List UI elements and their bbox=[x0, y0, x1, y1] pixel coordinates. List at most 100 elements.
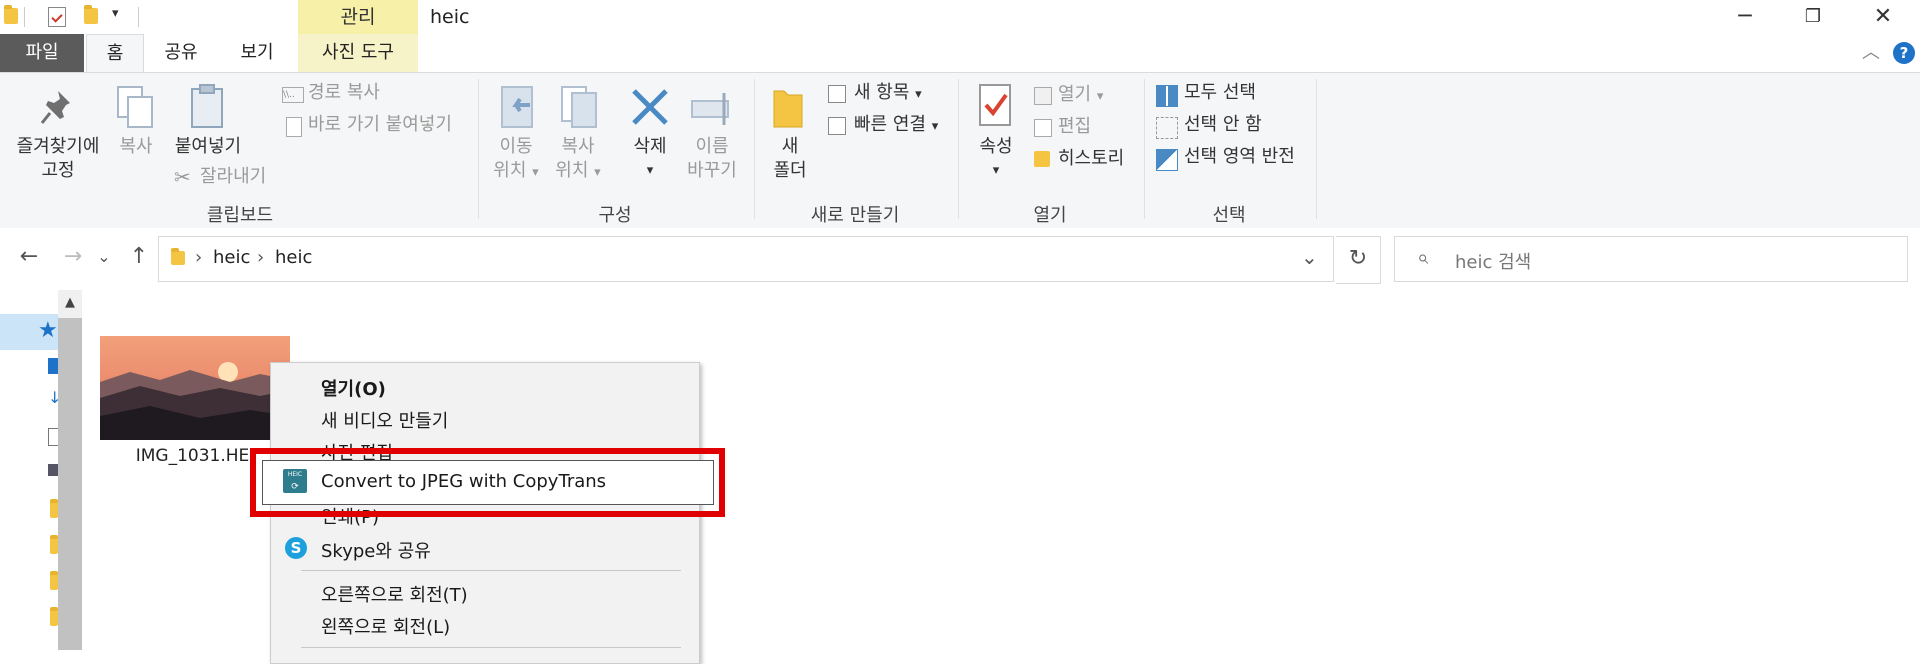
back-button[interactable]: ← bbox=[14, 242, 44, 272]
menu-item-rotate-left[interactable]: 왼쪽으로 회전(L) bbox=[321, 613, 450, 639]
copyto-label-line1: 복사 bbox=[561, 136, 595, 157]
history-button[interactable]: 히스토리 bbox=[1058, 147, 1124, 171]
up-button[interactable]: ↑ bbox=[124, 242, 154, 272]
folder-icon bbox=[171, 248, 185, 265]
copy-path-icon: \\.. bbox=[282, 87, 304, 103]
paste-shortcut-icon bbox=[286, 117, 302, 137]
rename-button[interactable]: 이름 바꾸기 bbox=[682, 135, 742, 183]
new-folder-quick-icon[interactable] bbox=[84, 5, 98, 24]
close-button[interactable]: ✕ bbox=[1848, 0, 1918, 34]
ribbon: 즐겨찾기에 고정 복사 붙여넣기 \\.. 경로 복사 바로 가기 붙여넣기 ✂… bbox=[0, 72, 1920, 230]
move-label-line1: 이동 bbox=[499, 136, 533, 157]
menu-separator bbox=[301, 570, 681, 571]
invert-selection-button[interactable]: 선택 영역 반전 bbox=[1184, 145, 1295, 169]
file-thumbnail-image[interactable] bbox=[100, 336, 290, 440]
new-folder-button[interactable]: 새 폴더 bbox=[766, 135, 814, 183]
group-label-clipboard: 클립보드 bbox=[206, 205, 274, 226]
breadcrumb-separator: › bbox=[257, 247, 265, 268]
search-box[interactable]: ⌕ heic 검색 bbox=[1394, 236, 1908, 282]
select-none-icon bbox=[1156, 117, 1178, 139]
paste-icon bbox=[191, 84, 223, 128]
refresh-button[interactable]: ↻ bbox=[1336, 236, 1381, 284]
pin-label-line1: 즐겨찾기에 bbox=[16, 136, 100, 157]
group-divider bbox=[958, 79, 959, 219]
folder-icon bbox=[50, 571, 58, 590]
new-folder-icon bbox=[773, 90, 803, 128]
help-icon[interactable]: ? bbox=[1893, 42, 1915, 64]
breadcrumb-item[interactable]: heic bbox=[213, 247, 250, 268]
group-label-organize: 구성 bbox=[598, 205, 632, 226]
rename-label-line2: 바꾸기 bbox=[687, 160, 737, 181]
folder-icon bbox=[4, 5, 18, 24]
search-placeholder: heic 검색 bbox=[1455, 252, 1532, 273]
copy-button[interactable]: 복사 bbox=[112, 135, 160, 159]
pictures-icon bbox=[48, 464, 58, 476]
menu-item-share-skype[interactable]: Skype와 공유 bbox=[321, 537, 431, 563]
recent-locations-button[interactable]: ⌄ bbox=[94, 242, 114, 272]
customize-quick-access-icon[interactable]: ▾ bbox=[112, 6, 126, 26]
delete-button[interactable]: 삭제 ▾ bbox=[624, 135, 676, 183]
delete-dropdown-icon: ▾ bbox=[646, 163, 654, 178]
tab-share[interactable]: 공유 bbox=[156, 34, 206, 72]
tab-view[interactable]: 보기 bbox=[232, 34, 282, 72]
properties-button[interactable]: 속성 ▾ bbox=[970, 135, 1022, 183]
menu-item-convert-jpeg[interactable]: HEIC ⟳ Convert to JPEG with CopyTrans bbox=[262, 460, 714, 505]
ribbon-tabs: 파일 홈 공유 보기 사진 도구 ︿ ? bbox=[0, 34, 1920, 73]
rename-label-line1: 이름 bbox=[695, 136, 729, 157]
breadcrumb-item-current[interactable]: heic bbox=[275, 247, 312, 268]
new-item-icon bbox=[828, 85, 846, 103]
copytrans-heic-icon: HEIC ⟳ bbox=[283, 469, 307, 493]
edit-button[interactable]: 편집 bbox=[1058, 115, 1091, 139]
new-item-button[interactable]: 새 항목 ▾ bbox=[854, 81, 922, 107]
delete-x-icon bbox=[632, 89, 668, 125]
select-none-button[interactable]: 선택 안 함 bbox=[1184, 113, 1262, 137]
menu-separator bbox=[301, 647, 681, 648]
open-button[interactable]: 열기 ▾ bbox=[1058, 83, 1103, 109]
pin-icon bbox=[40, 91, 70, 124]
collapse-ribbon-icon[interactable]: ︿ bbox=[1856, 34, 1886, 72]
invert-selection-icon bbox=[1156, 149, 1178, 171]
copy-to-button[interactable]: 복사 위치 ▾ bbox=[550, 135, 606, 185]
restore-button[interactable]: ❐ bbox=[1778, 0, 1848, 34]
copy-path-button[interactable]: 경로 복사 bbox=[308, 81, 380, 105]
group-divider bbox=[478, 79, 479, 219]
desktop-icon bbox=[48, 358, 58, 374]
menu-item-create-video[interactable]: 새 비디오 만들기 bbox=[321, 407, 448, 433]
menu-item-rotate-right[interactable]: 오른쪽으로 회전(T) bbox=[321, 581, 468, 607]
edit-icon bbox=[1034, 119, 1052, 137]
window-title: heic bbox=[430, 6, 470, 28]
move-label-line2: 위치 ▾ bbox=[493, 160, 539, 181]
copy-to-icon bbox=[561, 86, 597, 128]
group-label-new: 새로 만들기 bbox=[810, 205, 900, 226]
convert-jpeg-label: Convert to JPEG with CopyTrans bbox=[321, 471, 607, 492]
scrollbar-thumb[interactable] bbox=[58, 318, 82, 650]
cut-button[interactable]: 잘라내기 bbox=[200, 165, 266, 189]
properties-quick-icon[interactable] bbox=[48, 7, 66, 27]
address-bar[interactable]: › heic › heic ⌄ bbox=[158, 236, 1334, 282]
open-icon bbox=[1034, 87, 1052, 105]
easy-access-button[interactable]: 빠른 연결 ▾ bbox=[854, 113, 938, 139]
select-all-button[interactable]: 모두 선택 bbox=[1184, 81, 1256, 105]
forward-button[interactable]: → bbox=[58, 242, 88, 272]
tab-home[interactable]: 홈 bbox=[86, 34, 144, 73]
move-to-button[interactable]: 이동 위치 ▾ bbox=[488, 135, 544, 185]
tab-photo-tools[interactable]: 사진 도구 bbox=[298, 34, 418, 72]
menu-item-open[interactable]: 열기(O) bbox=[321, 375, 386, 401]
divider bbox=[24, 7, 25, 27]
copyto-label-line2: 위치 ▾ bbox=[555, 160, 601, 181]
properties-icon bbox=[979, 84, 1011, 126]
group-divider bbox=[1144, 79, 1145, 219]
group-divider bbox=[754, 79, 755, 219]
copy-icon bbox=[117, 86, 153, 128]
pin-to-quick-access-button[interactable]: 즐겨찾기에 고정 bbox=[6, 135, 110, 183]
search-icon: ⌕ bbox=[1417, 245, 1429, 269]
minimize-button[interactable]: ─ bbox=[1710, 0, 1780, 34]
address-dropdown-icon[interactable]: ⌄ bbox=[1301, 245, 1318, 269]
paste-shortcut-button[interactable]: 바로 가기 붙여넣기 bbox=[308, 113, 452, 137]
tab-file[interactable]: 파일 bbox=[0, 34, 84, 72]
paste-button[interactable]: 붙여넣기 bbox=[168, 135, 248, 159]
star-icon: ★ bbox=[38, 318, 58, 343]
history-icon bbox=[1034, 151, 1050, 167]
scroll-up-arrow[interactable]: ▲ bbox=[58, 290, 82, 316]
rename-icon bbox=[691, 93, 729, 125]
